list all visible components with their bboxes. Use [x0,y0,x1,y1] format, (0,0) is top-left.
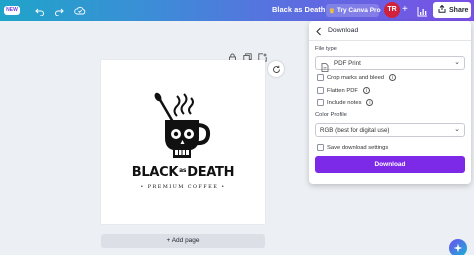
skull-mug-logo [154,92,211,158]
logo-tagline: • PREMIUM COFFEE • [140,184,226,190]
checkbox[interactable] [317,144,324,151]
checkbox[interactable] [317,74,324,81]
duplicate-page-icon[interactable] [243,49,252,62]
download-panel: Download File type PDF Print ⌄ Crop mark… [309,21,471,184]
document-title[interactable]: Black as Death [272,5,334,14]
redo-icon[interactable] [52,4,65,17]
option-label: Flatten PDF [327,87,358,94]
add-page-button[interactable]: + Add page [101,234,265,248]
share-label: Share [449,6,469,14]
pdf-file-icon [321,59,329,72]
crown-icon: ♛ [329,7,335,15]
add-collaborator-icon[interactable]: + [402,3,412,17]
info-icon[interactable]: i [366,99,374,106]
undo-icon[interactable] [33,4,46,17]
option-flatten-pdf[interactable]: Flatten PDF i [317,86,370,95]
color-profile-value: RGB (best for digital use) [320,127,390,134]
checkbox[interactable] [317,87,324,94]
chevron-down-icon: ⌄ [454,59,460,66]
lock-icon[interactable] [228,49,237,62]
logo-brand-left: BLACK [131,165,179,180]
file-type-label: File type [315,46,337,52]
file-type-select[interactable]: PDF Print ⌄ [315,56,465,72]
logo-brand-as: as [179,167,187,174]
color-profile-select[interactable]: RGB (best for digital use) ⌄ [315,123,465,137]
option-include-notes[interactable]: Include notes i [317,98,374,107]
option-label: Include notes [327,99,362,106]
back-arrow-icon[interactable] [315,27,325,37]
refresh-icon[interactable] [268,61,284,77]
design-page[interactable]: BLACKasDEATH • PREMIUM COFFEE • [101,60,265,224]
page-toolbar [228,49,267,62]
try-pro-label: Try Canva Pro [336,7,381,14]
file-type-value: PDF Print [334,60,361,67]
option-label: Crop marks and bleed [327,74,385,81]
chevron-down-icon: ⌄ [454,126,460,133]
logo-brand-right: DEATH [187,165,235,180]
option-save-settings[interactable]: Save download settings [317,143,388,152]
share-icon [438,4,446,15]
divider [309,40,471,41]
panel-title: Download [328,27,359,34]
try-canva-pro-button[interactable]: ♛ Try Canva Pro [326,4,381,17]
option-crop-marks[interactable]: Crop marks and bleed i [317,73,397,82]
info-icon[interactable]: i [362,87,370,94]
cloud-saved-icon[interactable] [73,4,86,17]
checkbox[interactable] [317,99,324,106]
save-settings-label: Save download settings [327,144,389,151]
avatar[interactable]: TR [384,2,400,18]
info-icon[interactable]: i [389,74,397,81]
logo-wordmark: BLACKasDEATH [101,165,265,180]
share-button[interactable]: Share [433,2,471,18]
download-button[interactable]: Download [315,156,465,173]
top-bar: NEW Black as Death ♛ Try Canva Pro TR + … [0,0,474,21]
new-badge[interactable]: NEW [4,6,20,15]
magic-sparkle-icon[interactable] [449,239,467,255]
insights-chart-icon[interactable] [417,4,430,17]
add-page-icon[interactable] [258,49,267,62]
color-profile-label: Color Profile [315,112,347,118]
